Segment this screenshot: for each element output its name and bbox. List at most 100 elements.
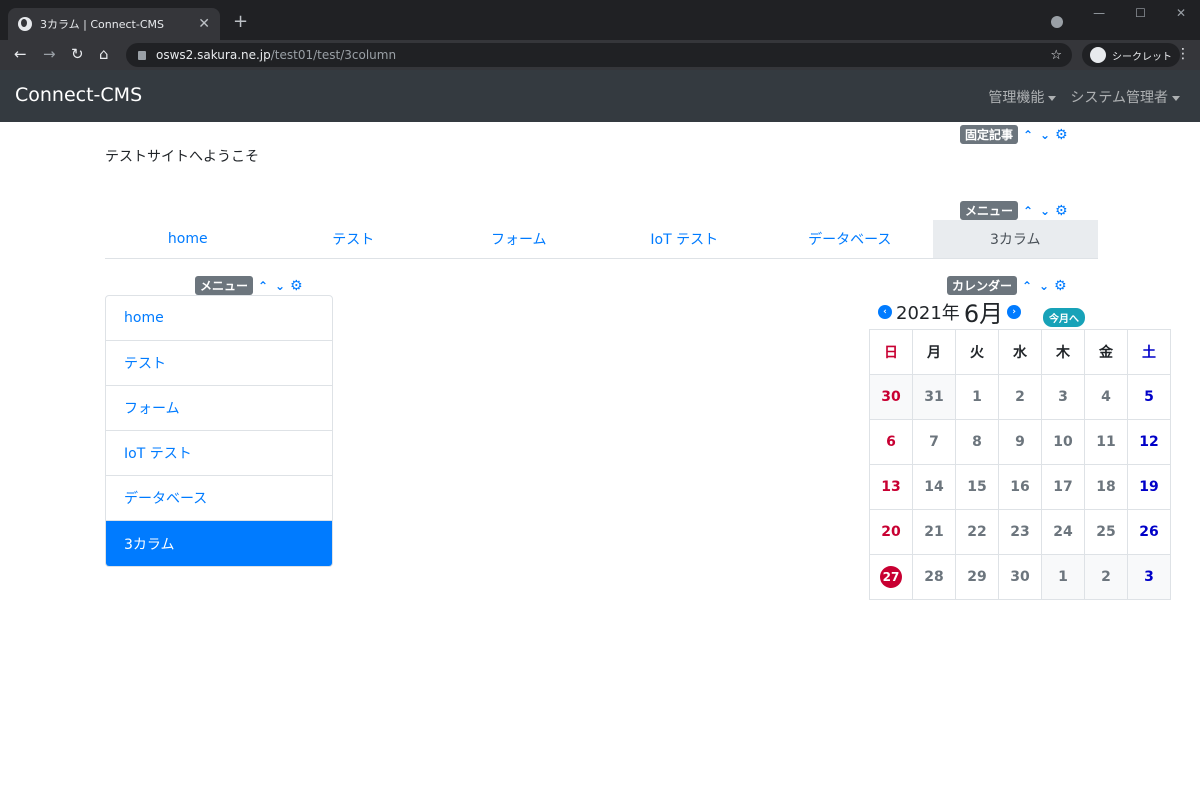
calendar-day[interactable]: 29 xyxy=(955,554,999,600)
move-down-icon[interactable]: ⌄ xyxy=(273,279,287,293)
calendar-day[interactable]: 19 xyxy=(1127,464,1171,510)
gear-icon[interactable]: ⚙ xyxy=(290,278,303,294)
move-up-icon[interactable]: ⌃ xyxy=(1021,204,1035,218)
calendar-day[interactable]: 30 xyxy=(998,554,1042,600)
this-month-button[interactable]: 今月へ xyxy=(1043,308,1085,327)
calendar-day-today[interactable]: 27 xyxy=(869,554,913,600)
calendar-day[interactable]: 14 xyxy=(912,464,956,510)
calendar-day[interactable]: 4 xyxy=(1084,374,1128,420)
gear-icon[interactable]: ⚙ xyxy=(1055,203,1068,219)
side-menu-item-form[interactable]: フォーム xyxy=(106,386,332,431)
calendar-day[interactable]: 13 xyxy=(869,464,913,510)
prev-month-icon[interactable]: ‹ xyxy=(878,304,892,319)
close-tab-icon[interactable]: ✕ xyxy=(198,16,210,32)
calendar-day[interactable]: 1 xyxy=(955,374,999,420)
url-host: osws2.sakura.ne.jp xyxy=(156,48,271,62)
calendar-day[interactable]: 26 xyxy=(1127,509,1171,555)
week-row: 30 31 1 2 3 4 5 xyxy=(869,374,1171,420)
side-menu-item-3column[interactable]: 3カラム xyxy=(106,521,332,566)
calendar-day[interactable]: 30 xyxy=(869,374,913,420)
top-nav-item-database[interactable]: データベース xyxy=(767,220,933,258)
caret-down-icon xyxy=(1172,95,1180,101)
tab-search-icon[interactable] xyxy=(1051,16,1063,28)
top-nav-item-test[interactable]: テスト xyxy=(271,220,437,258)
fixed-article-frame-tools: 固定記事 ⌃ ⌄ ⚙ xyxy=(960,125,1068,144)
weekday-sun: 日 xyxy=(869,329,913,375)
calendar-day[interactable]: 3 xyxy=(1041,374,1085,420)
new-tab-button[interactable]: + xyxy=(233,11,248,32)
week-row: 27 28 29 30 1 2 3 xyxy=(869,554,1171,600)
side-menu-item-test[interactable]: テスト xyxy=(106,341,332,386)
top-nav-item-iot[interactable]: IoT テスト xyxy=(602,220,768,258)
side-menu-item-database[interactable]: データベース xyxy=(106,476,332,521)
browser-titlebar: 3カラム | Connect-CMS ✕ + — ☐ ✕ xyxy=(0,0,1200,40)
calendar-header: ‹ 2021年 6月 › xyxy=(878,294,1022,329)
week-row: 13 14 15 16 17 18 19 xyxy=(869,464,1171,510)
calendar-day[interactable]: 2 xyxy=(1084,554,1128,600)
close-window-button[interactable]: ✕ xyxy=(1176,6,1186,20)
maximize-button[interactable]: ☐ xyxy=(1135,6,1146,20)
address-bar[interactable]: osws2.sakura.ne.jp /test01/test/3column … xyxy=(126,43,1072,67)
gear-icon[interactable]: ⚙ xyxy=(1054,278,1067,294)
calendar-day[interactable]: 11 xyxy=(1084,419,1128,465)
calendar-day[interactable]: 8 xyxy=(955,419,999,465)
weekday-tue: 火 xyxy=(955,329,999,375)
calendar-day[interactable]: 7 xyxy=(912,419,956,465)
calendar-day[interactable]: 15 xyxy=(955,464,999,510)
calendar-day[interactable]: 12 xyxy=(1127,419,1171,465)
system-admin-dropdown[interactable]: システム管理者 xyxy=(1070,87,1180,107)
reload-icon[interactable]: ↻ xyxy=(71,45,84,63)
app-navbar: Connect-CMS 管理機能 システム管理者 xyxy=(0,70,1200,122)
calendar-day[interactable]: 1 xyxy=(1041,554,1085,600)
gear-icon[interactable]: ⚙ xyxy=(1055,127,1068,143)
calendar-day[interactable]: 21 xyxy=(912,509,956,555)
weekday-thu: 木 xyxy=(1041,329,1085,375)
calendar-frame-tools: カレンダー ⌃ ⌄ ⚙ xyxy=(947,276,1067,295)
calendar-day[interactable]: 2 xyxy=(998,374,1042,420)
lock-icon xyxy=(138,50,146,60)
side-menu-item-home[interactable]: home xyxy=(106,296,332,341)
top-nav-item-form[interactable]: フォーム xyxy=(436,220,602,258)
calendar-day[interactable]: 18 xyxy=(1084,464,1128,510)
back-icon[interactable]: ← xyxy=(14,45,27,63)
url-path: /test01/test/3column xyxy=(270,48,397,62)
calendar-day[interactable]: 23 xyxy=(998,509,1042,555)
home-icon[interactable]: ⌂ xyxy=(99,45,109,63)
calendar-day[interactable]: 31 xyxy=(912,374,956,420)
calendar-day[interactable]: 10 xyxy=(1041,419,1085,465)
calendar-day[interactable]: 24 xyxy=(1041,509,1085,555)
calendar-day[interactable]: 25 xyxy=(1084,509,1128,555)
calendar-day[interactable]: 17 xyxy=(1041,464,1085,510)
calendar-day[interactable]: 3 xyxy=(1127,554,1171,600)
top-nav-item-3column[interactable]: 3カラム xyxy=(932,220,1098,258)
browser-tab[interactable]: 3カラム | Connect-CMS ✕ xyxy=(8,8,220,40)
top-nav-item-home[interactable]: home xyxy=(105,220,271,258)
move-down-icon[interactable]: ⌄ xyxy=(1038,128,1052,142)
admin-functions-dropdown[interactable]: 管理機能 xyxy=(988,87,1057,107)
side-menu-item-iot[interactable]: IoT テスト xyxy=(106,431,332,476)
calendar-day[interactable]: 9 xyxy=(998,419,1042,465)
calendar-day[interactable]: 6 xyxy=(869,419,913,465)
calendar-day[interactable]: 28 xyxy=(912,554,956,600)
weekday-row: 日 月 火 水 木 金 土 xyxy=(869,329,1171,375)
brand-logo[interactable]: Connect-CMS xyxy=(15,84,142,106)
more-menu-icon[interactable]: ⋮ xyxy=(1176,46,1190,62)
move-down-icon[interactable]: ⌄ xyxy=(1037,279,1051,293)
move-up-icon[interactable]: ⌃ xyxy=(256,279,270,293)
forward-icon[interactable]: → xyxy=(43,45,56,63)
calendar-day[interactable]: 16 xyxy=(998,464,1042,510)
next-month-icon[interactable]: › xyxy=(1007,304,1022,319)
bookmark-star-icon[interactable]: ☆ xyxy=(1050,48,1062,63)
minimize-button[interactable]: — xyxy=(1093,6,1105,20)
frame-label: 固定記事 xyxy=(960,125,1019,144)
calendar-day[interactable]: 5 xyxy=(1127,374,1171,420)
move-down-icon[interactable]: ⌄ xyxy=(1038,204,1052,218)
week-row: 20 21 22 23 24 25 26 xyxy=(869,509,1171,555)
calendar-year: 2021年 xyxy=(896,302,960,324)
calendar-day[interactable]: 20 xyxy=(869,509,913,555)
move-up-icon[interactable]: ⌃ xyxy=(1020,279,1034,293)
week-row: 6 7 8 9 10 11 12 xyxy=(869,419,1171,465)
calendar-day[interactable]: 22 xyxy=(955,509,999,555)
incognito-indicator[interactable]: シークレット xyxy=(1082,43,1180,67)
move-up-icon[interactable]: ⌃ xyxy=(1021,128,1035,142)
